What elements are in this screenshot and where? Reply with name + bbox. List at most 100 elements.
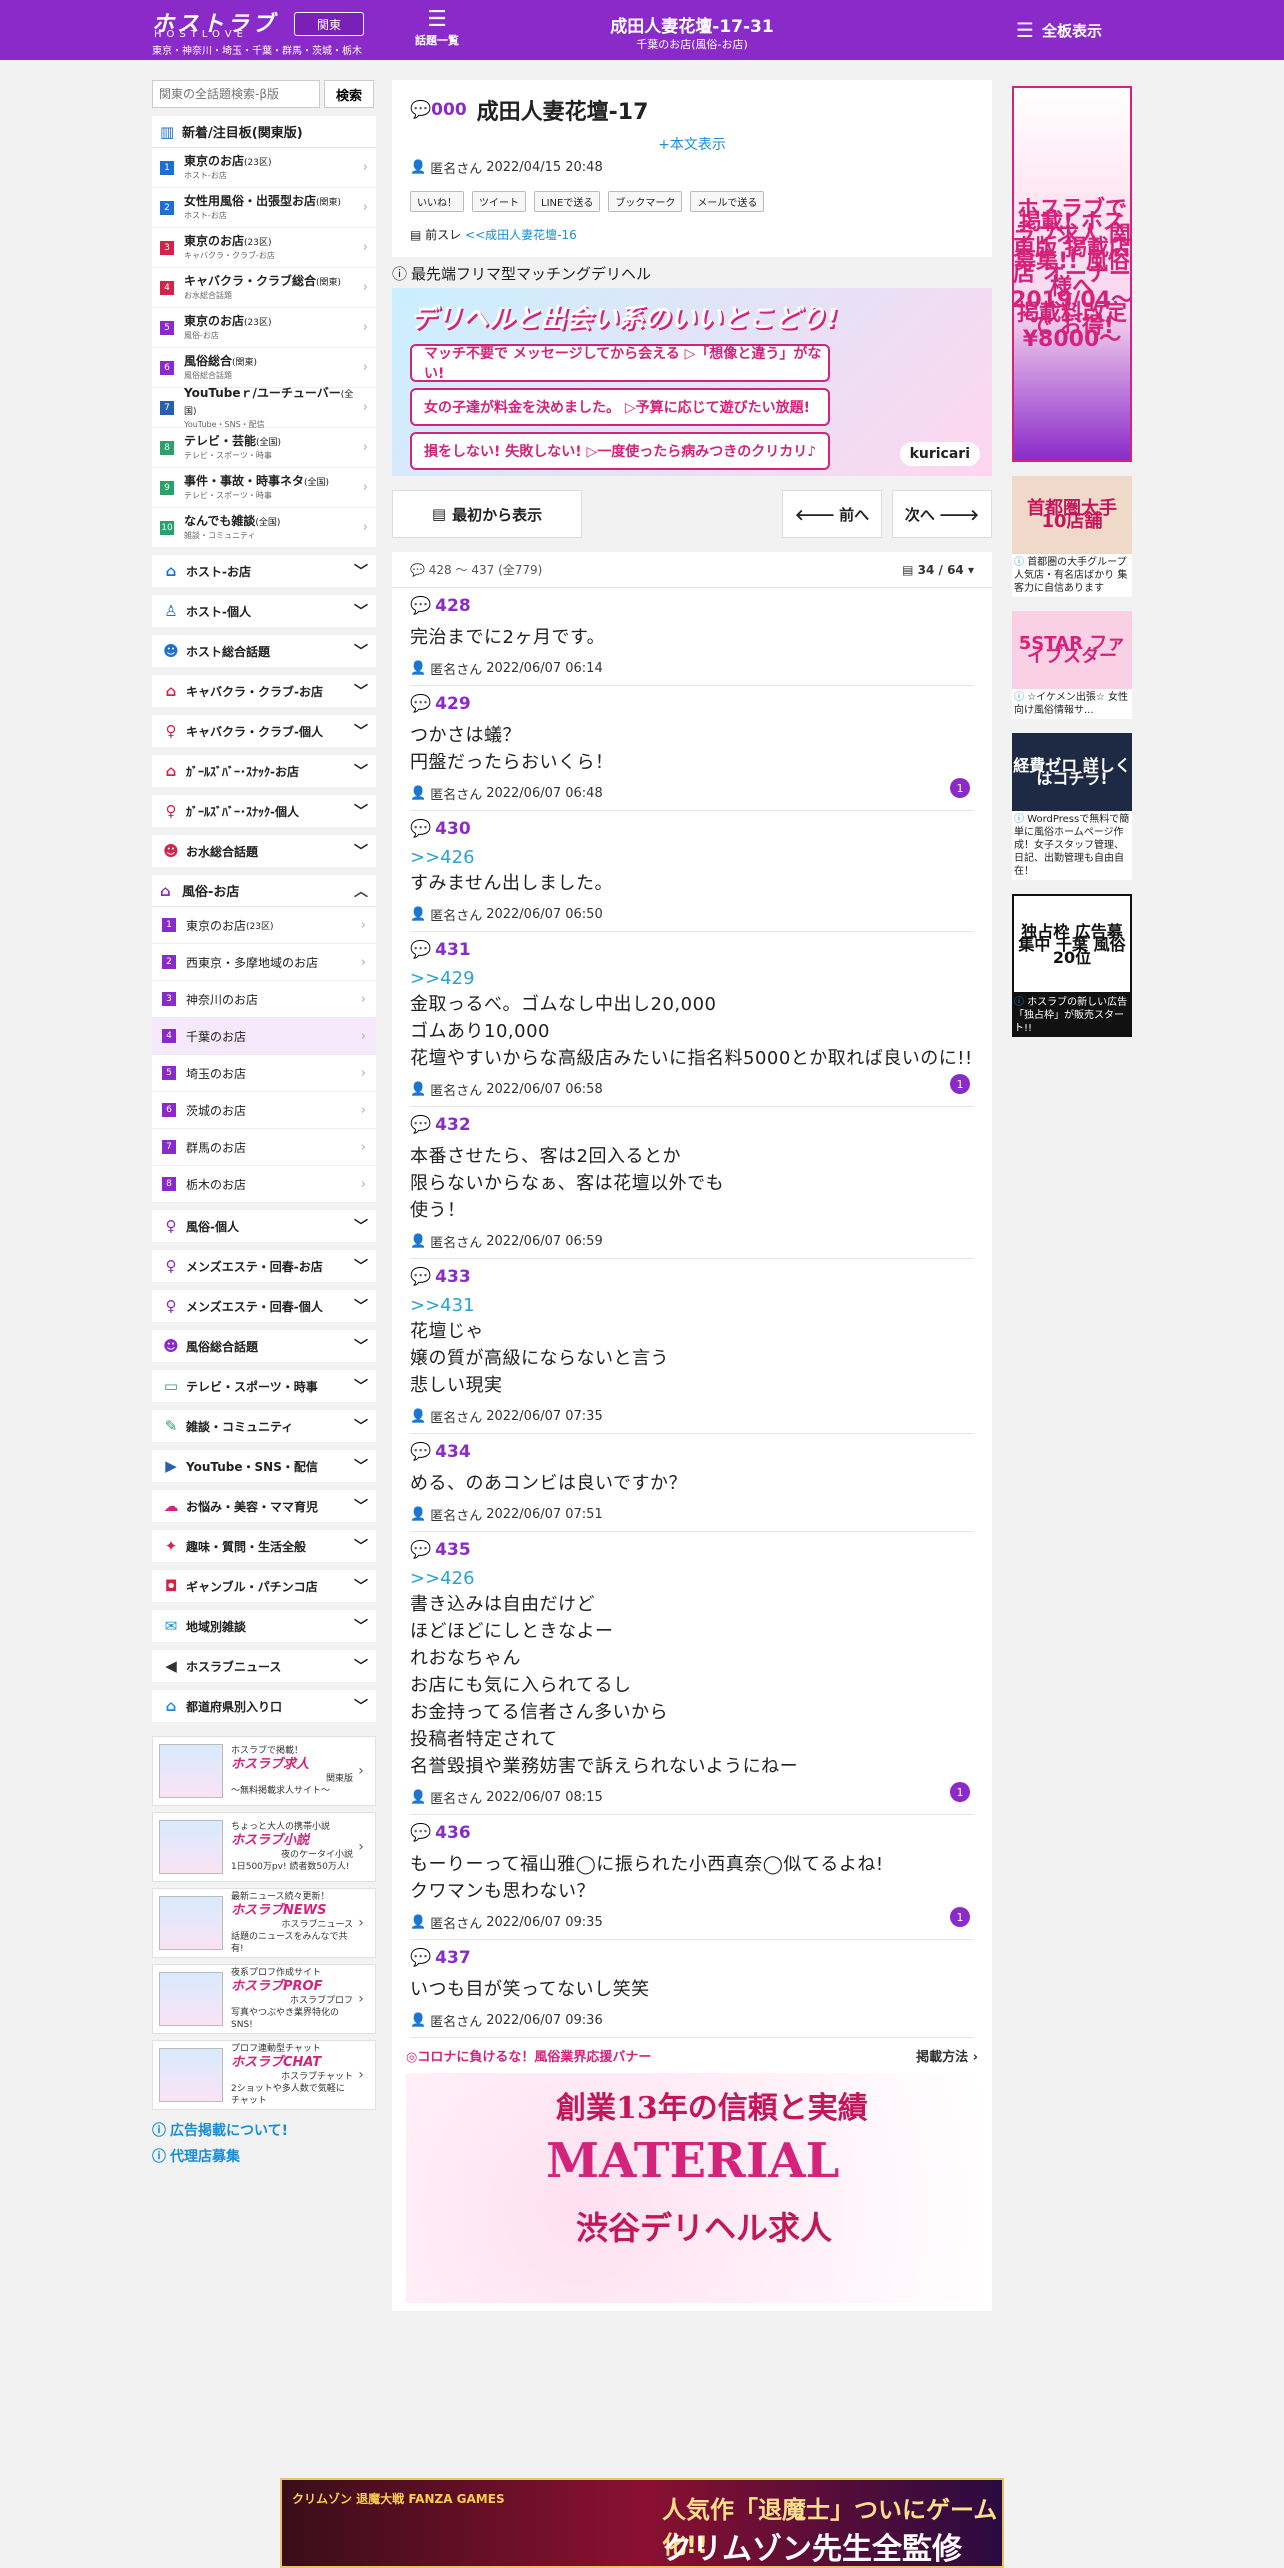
sidebar-category[interactable]: ☻ 風俗総合話題 ﹀ [152,1330,376,1362]
fuzoku-header[interactable]: ⌂ 風俗-お店 ︿ [152,875,376,907]
bookmark-button[interactable]: ブックマーク [608,191,683,212]
ad-info-link[interactable]: ⓘ 広告掲載について! [152,2120,376,2140]
post-number-row[interactable]: 💬 433 [410,1267,974,1287]
rank-badge: 8 [162,1177,176,1191]
sidebar-new-item[interactable]: 1 東京のお店(23区) ホスト-お店 › [152,148,376,188]
corona-method-link[interactable]: 掲載方法 › [916,2046,978,2065]
sidebar-new-item[interactable]: 5 東京のお店(23区) 風俗-お店 › [152,308,376,348]
sidebar-category[interactable]: ⌂ キャバクラ・クラブ-お店 ﹀ [152,675,376,707]
sidebar-category[interactable]: ◀ ホスラブニュース ﹀ [152,1650,376,1682]
sidebar-category[interactable]: ⌂ ｶﾞｰﾙｽﾞﾊﾞｰ･ｽﾅｯｸ-お店 ﹀ [152,755,376,787]
sidebar-category[interactable]: ☻ ホスト総合話題 ﹀ [152,635,376,667]
post-number-row[interactable]: 💬 434 [410,1442,974,1462]
tweet-button[interactable]: ツイート [472,191,526,212]
right-ad[interactable]: ホスラブで掲載! ホスラブ求人 関東版 掲載店 募集!! 風俗店 オーナー様へ … [1011,86,1133,462]
reply-count-badge[interactable]: 1 [950,1074,970,1094]
prev-thread-link[interactable]: <<成田人妻花壇-16 [465,228,577,242]
post-number-row[interactable]: 💬 437 [410,1948,974,1968]
sidebar-category[interactable]: ♀ 風俗-個人 ﹀ [152,1210,376,1242]
sidebar-category[interactable]: ♙ ホスト-個人 ﹀ [152,595,376,627]
sidebar-new-item[interactable]: 3 東京のお店(23区) キャバクラ・クラブ-お店 › [152,228,376,268]
sidebar-new-item[interactable]: 4 キャバクラ・クラブ総合(関東) お水総合話題 › [152,268,376,308]
sidebar-category[interactable]: ✎ 雑談・コミュニティ ﹀ [152,1410,376,1442]
next-page-button[interactable]: 次へ 🡒 [892,490,992,538]
reply-count-badge[interactable]: 1 [950,1907,970,1927]
reply-count-badge[interactable]: 1 [950,1782,970,1802]
material-ad-banner[interactable]: 創業13年の信頼と実績 MATERIAL 渋谷デリヘル求人 [406,2073,978,2303]
facebook-like-button[interactable]: いいね！ [410,191,464,212]
sidebar-category[interactable]: ☁ お悩み・美容・ママ育児 ﹀ [152,1490,376,1522]
sidebar-sub-item[interactable]: 5 埼玉のお店 › [152,1055,376,1092]
sidebar-sub-item[interactable]: 3 神奈川のお店 › [152,981,376,1018]
post-number-row[interactable]: 💬 428 [410,596,974,616]
info-icon: ⓘ [152,2123,166,2139]
promo-banner[interactable]: ホスラブで掲載！ ホスラブ求人 関東版 〜無料掲載求人サイト〜 › [152,1736,376,1806]
menu-icon: ☰ [1016,18,1034,42]
sidebar-sub-item[interactable]: 2 西東京・多摩地域のお店 › [152,944,376,981]
region-select-button[interactable]: 関東 [294,12,364,36]
post-meta: 👤 匿名さん 2022/06/07 07:51 [410,1505,974,1524]
sidebar-sub-item[interactable]: 4 千葉のお店 › [152,1018,376,1055]
sidebar-sub-item[interactable]: 8 栃木のお店 › [152,1166,376,1203]
sidebar-category[interactable]: ☻ お水総合話題 ﹀ [152,835,376,867]
kuricari-ad-banner[interactable]: デリヘルと出会い系のいいとこどり! マッチ不要で メッセージしてから会える ▷「… [392,288,992,476]
sidebar-category[interactable]: ⌂ ホスト-お店 ﹀ [152,555,376,587]
first-page-button[interactable]: ▤ 最初から表示 [392,490,582,538]
promo-banner[interactable]: 夜系プロフ作成サイト ホスラブPROF ホスラブプロフ 写真やつぶやき業界特化のSNS… [152,1964,376,2034]
sidebar-new-item[interactable]: 7 YouTubeｒ/ユーチューバー(全国) YouTube・SNS・配信 › [152,386,376,429]
bottom-ad-line2: クリムゾン先生全監修 [662,2532,962,2567]
reply-anchor-link[interactable]: >>429 [410,968,974,989]
right-ad[interactable]: 首都圏大手 10店舗 ⓘ 首都圏の大手グループ 人気店・有名店ばかり 集客力に自… [1012,476,1132,597]
sidebar-new-item[interactable]: 6 風俗総合(関東) 風俗総合話題 › [152,348,376,388]
promo-banner[interactable]: 最新ニュース続々更新！ ホスラブNEWS ホスラブニュース 話題のニュースをみんなで共… [152,1888,376,1958]
topics-list-button[interactable]: ☰ 話題一覧 [412,8,462,48]
post-number-row[interactable]: 💬 432 [410,1115,974,1135]
sidebar-category[interactable]: ▭ テレビ・スポーツ・時事 ﹀ [152,1370,376,1402]
page-select[interactable]: ▤ 34 / 64 ▾ [902,563,974,577]
sidebar-new-item[interactable]: 10 なんでも雑談(全国) 雑談・コミュニティ › [152,508,376,548]
right-ad[interactable]: 経費ゼロ 詳しくはコチラ! ⓘ WordPressで無料で簡単に風俗ホームページ… [1012,733,1132,880]
post-number-row[interactable]: 💬 429 [410,694,974,714]
reply-anchor-link[interactable]: >>431 [410,1295,974,1316]
sidebar-category[interactable]: ♀ キャバクラ・クラブ-個人 ﹀ [152,715,376,747]
post-number-row[interactable]: 💬 430 [410,819,974,839]
sidebar-category[interactable]: ✉ 地域別雑談 ﹀ [152,1610,376,1642]
show-body-link[interactable]: +本文表示 [410,134,974,154]
post-number-row[interactable]: 💬 435 [410,1540,974,1560]
right-ad[interactable]: 独占枠 広告募集中 千葉 風俗 20位 ⓘ ホスラブの新しい広告「独占枠」が販売… [1012,894,1132,1037]
sidebar-category[interactable]: ◘ ギャンブル・パチンコ店 ﹀ [152,1570,376,1602]
sidebar-category[interactable]: ⌂ 都道府県別入り口 ﹀ [152,1690,376,1722]
fuzoku-box: ⌂ 風俗-お店 ︿ 1 東京のお店 (23区) › 2 西東京・多摩地域のお店 › 3 神奈川の… [152,875,376,1203]
all-boards-button[interactable]: ☰ 全板表示 [1016,18,1102,42]
post-number-row[interactable]: 💬 431 [410,940,974,960]
sidebar-category[interactable]: ♀ メンズエステ・回春-お店 ﹀ [152,1250,376,1282]
sidebar-sub-item[interactable]: 6 茨城のお店 › [152,1092,376,1129]
sidebar-category[interactable]: ♀ ｶﾞｰﾙｽﾞﾊﾞｰ･ｽﾅｯｸ-個人 ﹀ [152,795,376,827]
sidebar-new-item[interactable]: 8 テレビ・芸能(全国) テレビ・スポーツ・時事 › [152,428,376,468]
reply-anchor-link[interactable]: >>426 [410,1568,974,1589]
user-icon: 👤 [410,661,427,676]
sidebar-category[interactable]: ♀ メンズエステ・回春-個人 ﹀ [152,1290,376,1322]
sidebar-new-item[interactable]: 9 事件・事故・時事ネタ(全国) テレビ・スポーツ・時事 › [152,468,376,508]
bottom-sticky-ad[interactable]: クリムゾン 退魔大戦 FANZA GAMES 人気作「退魔士」ついにゲーム化!!… [280,2478,1004,2568]
post-number-row[interactable]: 💬 436 [410,1823,974,1843]
prev-page-button[interactable]: 🡐 前へ [782,490,882,538]
sidebar-sub-item[interactable]: 1 東京のお店 (23区) › [152,907,376,944]
promo-banner[interactable]: プロフ連動型チャット ホスラブCHAT ホスラブチャット 2ショットや多人数で気軽にチ… [152,2040,376,2110]
sidebar-new-item[interactable]: 2 女性用風俗・出張型お店(関東) ホスト-お店 › [152,188,376,228]
right-ad[interactable]: 5STAR ファイブスター ⓘ ☆イケメン出張☆ 女性向け風俗情報サ... [1012,611,1132,719]
search-button[interactable]: 検索 [324,80,374,108]
reply-count-badge[interactable]: 1 [950,778,970,798]
new-boards-header: ▥ 新着/注目板(関東版) [152,116,376,148]
chevron-right-icon: › [360,991,366,1007]
mail-send-button[interactable]: メールで送る [690,191,765,212]
agency-link[interactable]: ⓘ 代理店募集 [152,2146,376,2166]
promo-banner[interactable]: ちょっと大人の携帯小説 ホスラブ小説 夜のケータイ小説 1日500万pv! 読者数50… [152,1812,376,1882]
post-author: 匿名さん [430,909,483,924]
sidebar-category[interactable]: ▶ YouTube・SNS・配信 ﹀ [152,1450,376,1482]
sidebar-category[interactable]: ✦ 趣味・質問・生活全般 ﹀ [152,1530,376,1562]
sidebar-sub-item[interactable]: 7 群馬のお店 › [152,1129,376,1166]
reply-anchor-link[interactable]: >>426 [410,847,974,868]
search-input[interactable] [152,80,320,108]
line-send-button[interactable]: LINEで送る [534,191,601,212]
